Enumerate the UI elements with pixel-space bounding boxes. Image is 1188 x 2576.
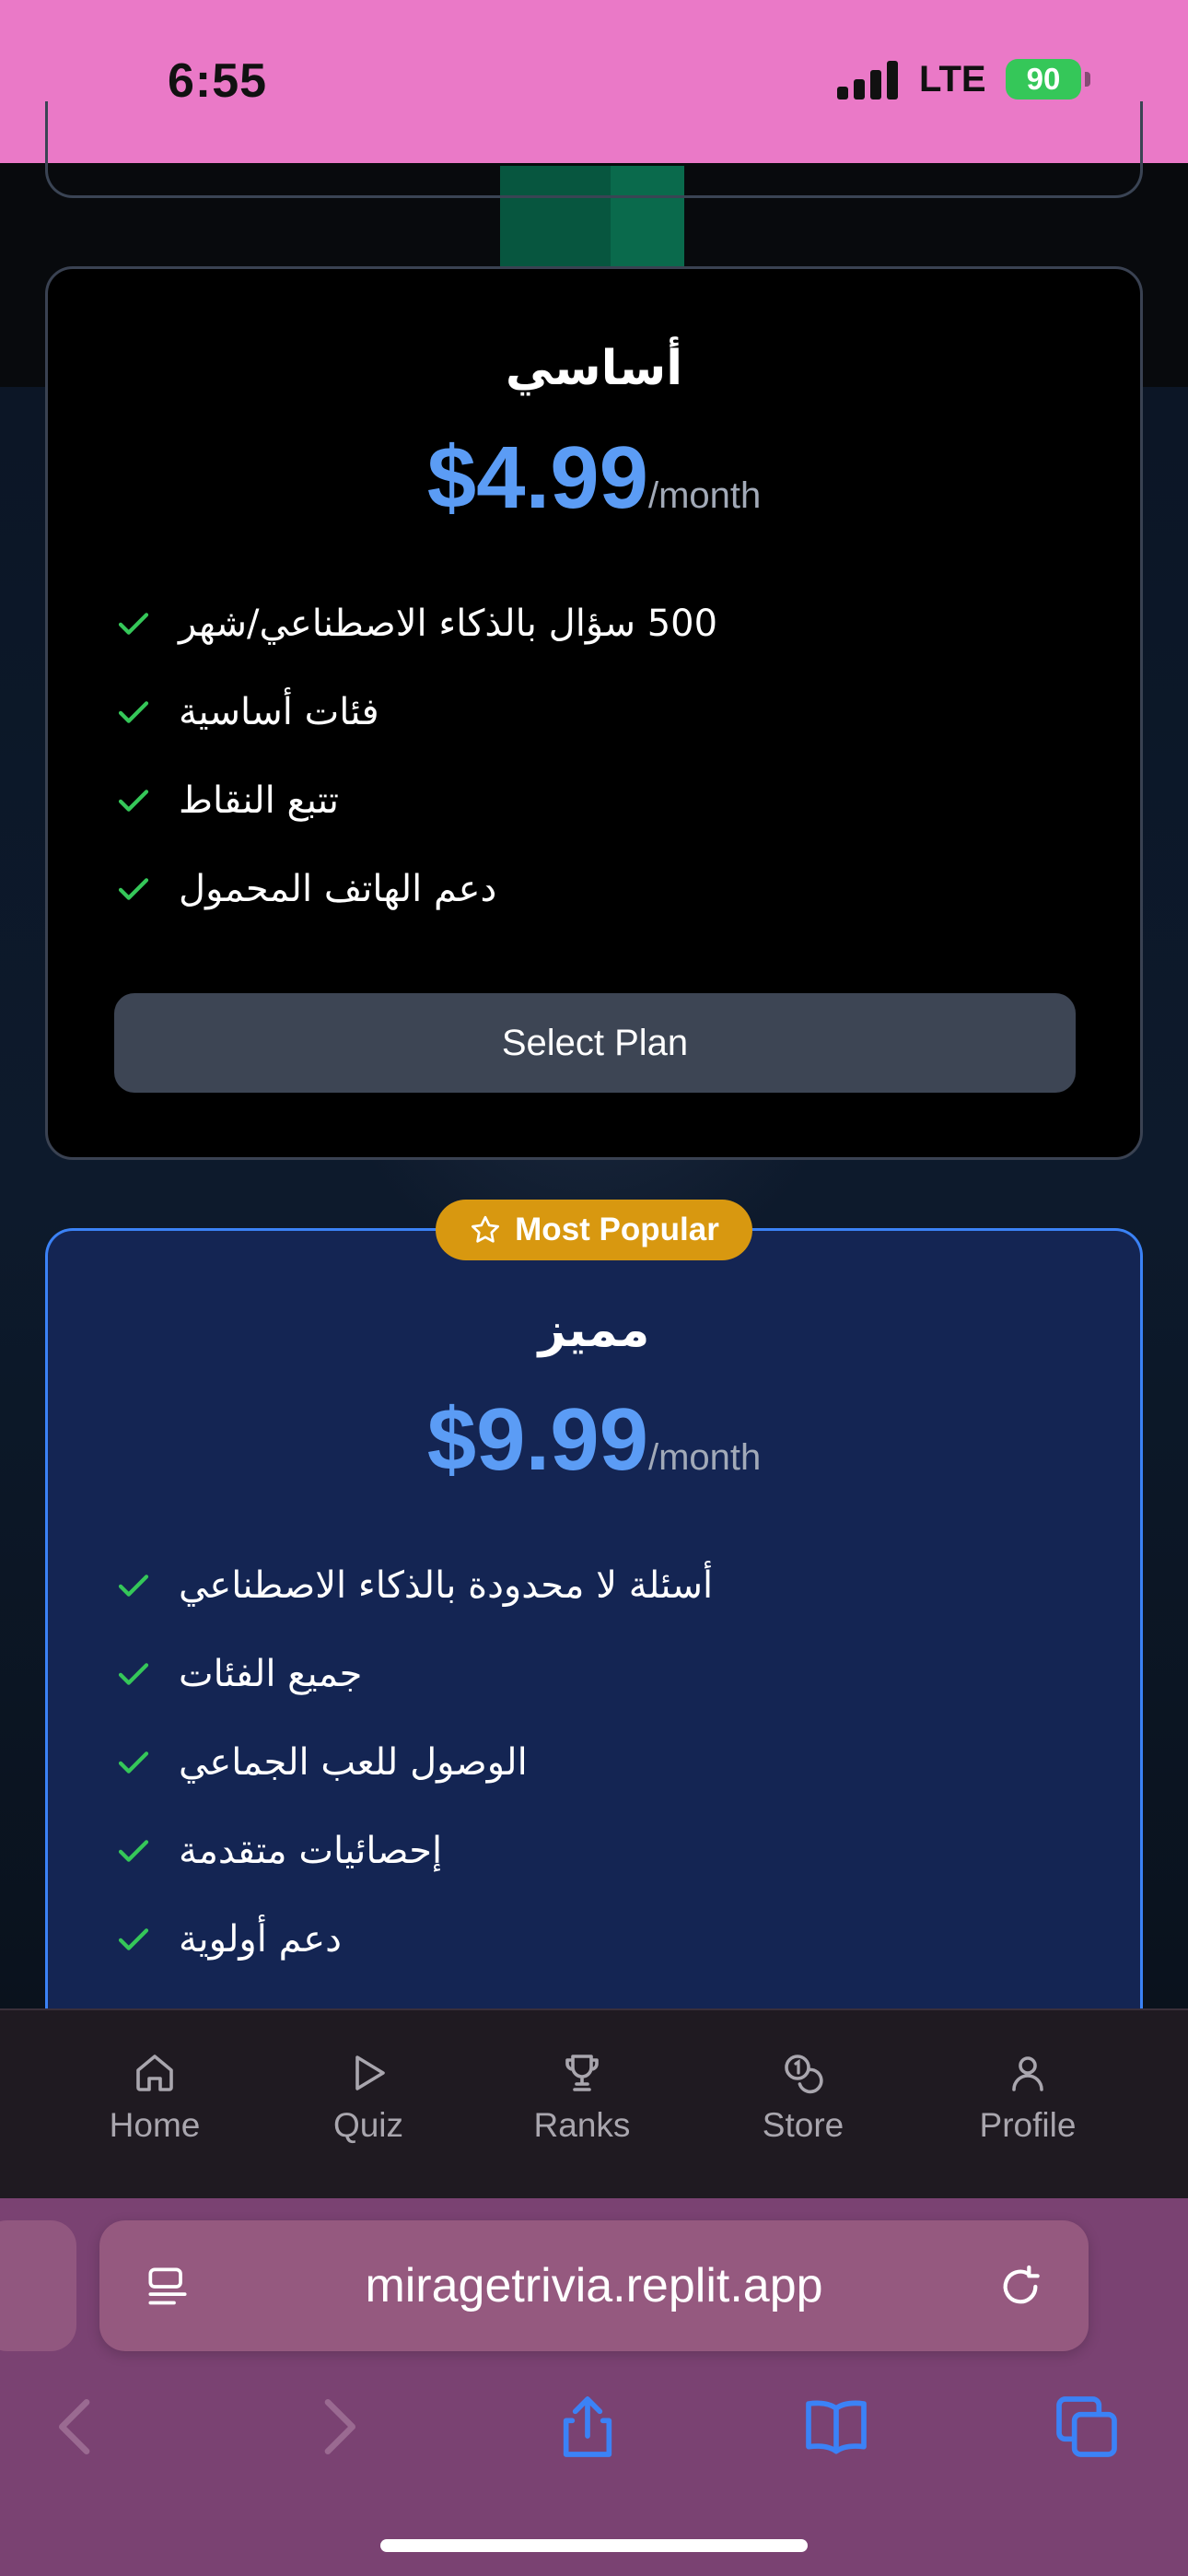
- reload-icon[interactable]: [995, 2261, 1046, 2313]
- bookmarks-icon[interactable]: [799, 2390, 873, 2464]
- battery-level: 90: [1026, 62, 1061, 96]
- check-icon: [118, 1663, 149, 1685]
- nav-label: Profile: [979, 2106, 1077, 2144]
- back-icon[interactable]: [41, 2390, 114, 2464]
- feature-item: دعم أولوية: [114, 1895, 1072, 1984]
- star-icon: [472, 1215, 500, 1243]
- plan-price-row: $9.99/month: [48, 1389, 1140, 1491]
- most-popular-badge: Most Popular: [436, 1200, 752, 1260]
- check-icon: [118, 1840, 149, 1862]
- battery-cap: [1085, 72, 1090, 87]
- check-icon: [118, 790, 149, 812]
- nav-label: Quiz: [332, 2106, 404, 2144]
- feature-list: أسئلة لا محدودة بالذكاء الاصطناعي جميع ا…: [114, 1541, 1072, 1984]
- tabs-icon[interactable]: [1050, 2390, 1124, 2464]
- plan-card-basic: أساسي $4.99/month 500 سؤال بالذكاء الاصط…: [45, 266, 1143, 1160]
- feature-list: 500 سؤال بالذكاء الاصطناعي/شهر فئات أساس…: [114, 580, 1072, 933]
- feature-text: إحصائيات متقدمة: [179, 1830, 443, 1872]
- coins-icon: [785, 2055, 823, 2094]
- feature-text: جميع الفئات: [179, 1653, 363, 1695]
- status-time: 6:55: [168, 54, 268, 108]
- battery-icon: 90: [1006, 59, 1081, 100]
- check-icon: [118, 613, 149, 635]
- feature-item: الوصول للعب الجماعي: [114, 1718, 1072, 1807]
- previous-tab[interactable]: [0, 2220, 76, 2351]
- check-icon: [118, 1575, 149, 1597]
- plan-period: /month: [647, 1437, 762, 1478]
- check-icon: [118, 1928, 149, 1950]
- feature-text: أسئلة لا محدودة بالذكاء الاصطناعي: [179, 1564, 714, 1607]
- home-indicator: [380, 2539, 808, 2552]
- feature-item: فئات أساسية: [114, 668, 1072, 756]
- feature-text: تتبع النقاط: [179, 779, 340, 822]
- feature-item: إحصائيات متقدمة: [114, 1807, 1072, 1895]
- nav-item-quiz[interactable]: Quiz: [276, 2051, 460, 2145]
- previous-plan-card: [45, 101, 1143, 198]
- plan-name: أساسي: [505, 341, 683, 396]
- plan-period: /month: [647, 475, 762, 516]
- feature-text: دعم الهاتف المحمول: [179, 868, 497, 910]
- feature-text: 500 سؤال بالذكاء الاصطناعي/شهر: [179, 603, 718, 645]
- badge-label: Most Popular: [515, 1212, 719, 1247]
- nav-label: Ranks: [533, 2106, 631, 2144]
- plan-price: $4.99: [426, 428, 648, 527]
- plan-price-row: $4.99/month: [48, 427, 1140, 529]
- signal-icon: [837, 59, 902, 100]
- nav-item-ranks[interactable]: Ranks: [490, 2051, 674, 2145]
- check-icon: [118, 1751, 149, 1774]
- nav-label: Home: [109, 2106, 201, 2144]
- play-icon: [355, 2055, 385, 2090]
- forward-icon[interactable]: [300, 2390, 374, 2464]
- plan-price: $9.99: [426, 1390, 648, 1489]
- home-icon: [136, 2055, 173, 2091]
- address-bar[interactable]: miragetrivia.replit.app: [99, 2220, 1089, 2351]
- plan-card-premium: مميز $9.99/month أسئلة لا محدودة بالذكاء…: [45, 1228, 1143, 2057]
- user-icon: [1012, 2056, 1043, 2091]
- plan-name: مميز: [538, 1303, 650, 1358]
- trophy-icon: [565, 2055, 599, 2091]
- nav-item-store[interactable]: Store: [711, 2051, 895, 2145]
- network-label: LTE: [919, 59, 986, 100]
- bottom-nav: Home Quiz Ranks Store Profile: [0, 2008, 1188, 2198]
- nav-item-home[interactable]: Home: [63, 2051, 247, 2145]
- feature-text: دعم أولوية: [179, 1918, 342, 1961]
- feature-item: دعم الهاتف المحمول: [114, 845, 1072, 933]
- check-icon: [118, 701, 149, 723]
- url-text: miragetrivia.replit.app: [365, 2259, 823, 2313]
- feature-item: أسئلة لا محدودة بالذكاء الاصطناعي: [114, 1541, 1072, 1630]
- nav-label: Store: [762, 2106, 844, 2144]
- feature-item: جميع الفئات: [114, 1630, 1072, 1718]
- feature-text: الوصول للعب الجماعي: [179, 1741, 528, 1784]
- nav-item-profile[interactable]: Profile: [936, 2051, 1120, 2145]
- feature-item: 500 سؤال بالذكاء الاصطناعي/شهر: [114, 580, 1072, 668]
- feature-item: تتبع النقاط: [114, 756, 1072, 845]
- share-icon[interactable]: [551, 2390, 624, 2464]
- select-plan-button[interactable]: Select Plan: [114, 993, 1076, 1093]
- feature-text: فئات أساسية: [179, 691, 379, 733]
- check-icon: [118, 878, 149, 900]
